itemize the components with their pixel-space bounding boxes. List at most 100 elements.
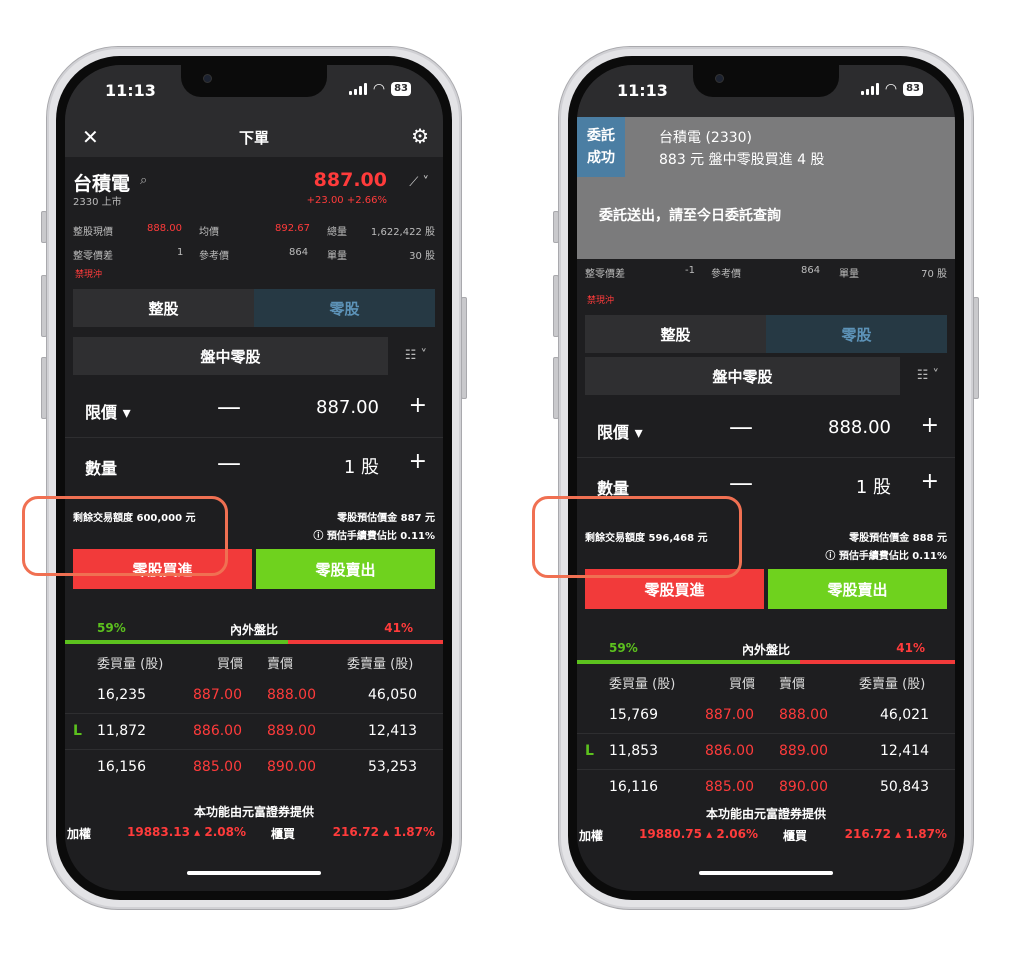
ask-qty: 12,413 bbox=[368, 723, 417, 739]
bid-price[interactable]: 887.00 bbox=[705, 707, 754, 723]
ask-price[interactable]: 888.00 bbox=[779, 707, 828, 723]
book-col-header: 買價 bbox=[729, 677, 756, 692]
lot-segment: 整股 零股 bbox=[73, 289, 435, 327]
settings-sliders-icon[interactable]: ☷ ˅ bbox=[917, 368, 939, 383]
qty-minus-button[interactable]: — bbox=[217, 449, 241, 477]
price-type-dropdown[interactable]: 限價 ▾ bbox=[85, 399, 131, 423]
info-value: 70 股 bbox=[921, 269, 947, 280]
ask-qty: 50,843 bbox=[880, 779, 929, 795]
signal-icon bbox=[860, 83, 879, 95]
info-label: 單量 bbox=[327, 251, 347, 262]
bid-price[interactable]: 885.00 bbox=[193, 759, 242, 775]
status-badge: 禁現沖 bbox=[587, 296, 615, 306]
index-ticker[interactable]: 加權 19883.13 ▴ 2.08% 櫃買 216.72 ▴ 1.87% bbox=[65, 825, 443, 849]
ticker-label: 櫃買 bbox=[271, 827, 296, 841]
price-plus-button[interactable]: + bbox=[921, 413, 939, 438]
stock-change: +23.00 +2.66% bbox=[306, 195, 387, 206]
ask-price[interactable]: 889.00 bbox=[267, 723, 316, 739]
chart-icon[interactable]: ⟋ ˅ bbox=[409, 175, 429, 190]
qty-plus-button[interactable]: + bbox=[409, 449, 427, 474]
book-header: 委買量 (股) 買價 賣價 委賣量 (股) bbox=[577, 673, 955, 695]
table-row[interactable]: 16,235 887.00 888.00 46,050 bbox=[65, 677, 443, 714]
battery-icon: 83 bbox=[903, 82, 923, 96]
book-col-header: 委買量 (股) bbox=[97, 657, 164, 672]
ask-qty: 46,021 bbox=[880, 707, 929, 723]
bid-qty: 16,156 bbox=[97, 759, 146, 775]
info-label: 整股現價 bbox=[73, 227, 113, 238]
ticker-value: 19880.75 ▴ 2.06% bbox=[639, 827, 759, 841]
qty-input[interactable]: 1 股 bbox=[856, 473, 891, 499]
info-value: 1 bbox=[177, 247, 184, 258]
table-row[interactable]: 15,769 887.00 888.00 46,021 bbox=[577, 697, 955, 734]
page-title: 下單 bbox=[238, 129, 269, 147]
ask-price[interactable]: 890.00 bbox=[779, 779, 828, 795]
table-row[interactable]: L 11,872 886.00 889.00 12,413 bbox=[65, 713, 443, 750]
home-indicator[interactable] bbox=[187, 871, 321, 875]
ticker-value: 216.72 ▴ 1.87% bbox=[844, 827, 947, 841]
est-fee[interactable]: ⓘ 預估手續費佔比 0.11% bbox=[825, 547, 947, 562]
price-input[interactable]: 887.00 bbox=[316, 397, 379, 418]
bid-price[interactable]: 885.00 bbox=[705, 779, 754, 795]
toast-stock: 台積電 (2330) bbox=[659, 130, 753, 146]
price-minus-button[interactable]: — bbox=[217, 393, 241, 421]
screen: 11:13 ◠ 83 ✕ 下單 ⚙ 台積電 ⌕ 2330 上市 887.00 +… bbox=[65, 65, 443, 891]
price-type-dropdown[interactable]: 限價 ▾ bbox=[597, 419, 643, 443]
info-value: 1,622,422 股 bbox=[370, 227, 435, 238]
price-plus-button[interactable]: + bbox=[409, 393, 427, 418]
ask-price[interactable]: 890.00 bbox=[267, 759, 316, 775]
ticker-label: 加權 bbox=[579, 829, 604, 843]
side-button bbox=[41, 357, 47, 419]
side-button bbox=[41, 275, 47, 337]
info-row-1: 整股現價 888.00 均價 892.67 總量 1,622,422 股 bbox=[73, 223, 435, 238]
bid-price[interactable]: 886.00 bbox=[193, 723, 242, 739]
settings-sliders-icon[interactable]: ☷ ˅ bbox=[405, 348, 427, 363]
price-input[interactable]: 888.00 bbox=[828, 417, 891, 438]
lot-segment: 整股 零股 bbox=[585, 315, 947, 353]
est-fee[interactable]: ⓘ 預估手續費佔比 0.11% bbox=[313, 527, 435, 542]
side-button bbox=[41, 211, 47, 243]
row-mark: L bbox=[73, 723, 82, 739]
bid-qty: 16,116 bbox=[609, 779, 658, 795]
gear-icon[interactable]: ⚙ bbox=[411, 124, 429, 148]
bid-qty: 11,853 bbox=[609, 743, 658, 759]
ratio-bar bbox=[65, 640, 443, 644]
search-icon[interactable]: ⌕ bbox=[140, 173, 147, 188]
tab-odd-lot[interactable]: 零股 bbox=[254, 289, 435, 327]
ticker-value: 19883.13 ▴ 2.08% bbox=[127, 825, 247, 839]
table-row[interactable]: L 11,853 886.00 889.00 12,414 bbox=[577, 733, 955, 770]
market-type-select[interactable]: 盤中零股 bbox=[73, 337, 388, 375]
table-row[interactable]: 16,156 885.00 890.00 53,253 bbox=[65, 749, 443, 785]
market-type-select[interactable]: 盤中零股 bbox=[585, 357, 900, 395]
bid-price[interactable]: 887.00 bbox=[193, 687, 242, 703]
home-indicator[interactable] bbox=[699, 871, 833, 875]
sell-odd-lot-button[interactable]: 零股賣出 bbox=[256, 549, 435, 589]
notch bbox=[693, 65, 839, 97]
qty-plus-button[interactable]: + bbox=[921, 469, 939, 494]
tab-whole-lot[interactable]: 整股 bbox=[585, 315, 766, 353]
info-label: 整零價差 bbox=[585, 269, 625, 280]
bid-price[interactable]: 886.00 bbox=[705, 743, 754, 759]
sell-odd-lot-button[interactable]: 零股賣出 bbox=[768, 569, 947, 609]
row-mark: L bbox=[585, 743, 594, 759]
order-success-toast[interactable]: 委託 成功 台積電 (2330) 883 元 盤中零股買進 4 股 委託送出，請至… bbox=[577, 117, 955, 259]
info-value: 892.67 bbox=[275, 223, 310, 234]
ratio-bar-buy bbox=[65, 640, 289, 644]
price-row: 限價 ▾ — 888.00 + bbox=[577, 401, 955, 458]
stock-name[interactable]: 台積電 bbox=[73, 169, 130, 196]
ratio-bar-sell bbox=[800, 660, 955, 664]
ask-price[interactable]: 888.00 bbox=[267, 687, 316, 703]
ticker-value: 216.72 ▴ 1.87% bbox=[332, 825, 435, 839]
tab-whole-lot[interactable]: 整股 bbox=[73, 289, 254, 327]
index-ticker[interactable]: 加權 19880.75 ▴ 2.06% 櫃買 216.72 ▴ 1.87% bbox=[577, 827, 955, 851]
screen: 11:13 ◠ 83 委託 成功 台積電 (2330) 883 元 盤中零股買進 … bbox=[577, 65, 955, 891]
price-minus-button[interactable]: — bbox=[729, 413, 753, 441]
tab-odd-lot[interactable]: 零股 bbox=[766, 315, 947, 353]
qty-minus-button[interactable]: — bbox=[729, 469, 753, 497]
qty-input[interactable]: 1 股 bbox=[344, 453, 379, 479]
table-row[interactable]: 16,116 885.00 890.00 50,843 bbox=[577, 769, 955, 805]
ticker-label: 加權 bbox=[67, 827, 92, 841]
side-button bbox=[461, 297, 467, 399]
ask-price[interactable]: 889.00 bbox=[779, 743, 828, 759]
ticker-label: 櫃買 bbox=[783, 829, 808, 843]
stock-code: 2330 上市 bbox=[73, 197, 122, 208]
